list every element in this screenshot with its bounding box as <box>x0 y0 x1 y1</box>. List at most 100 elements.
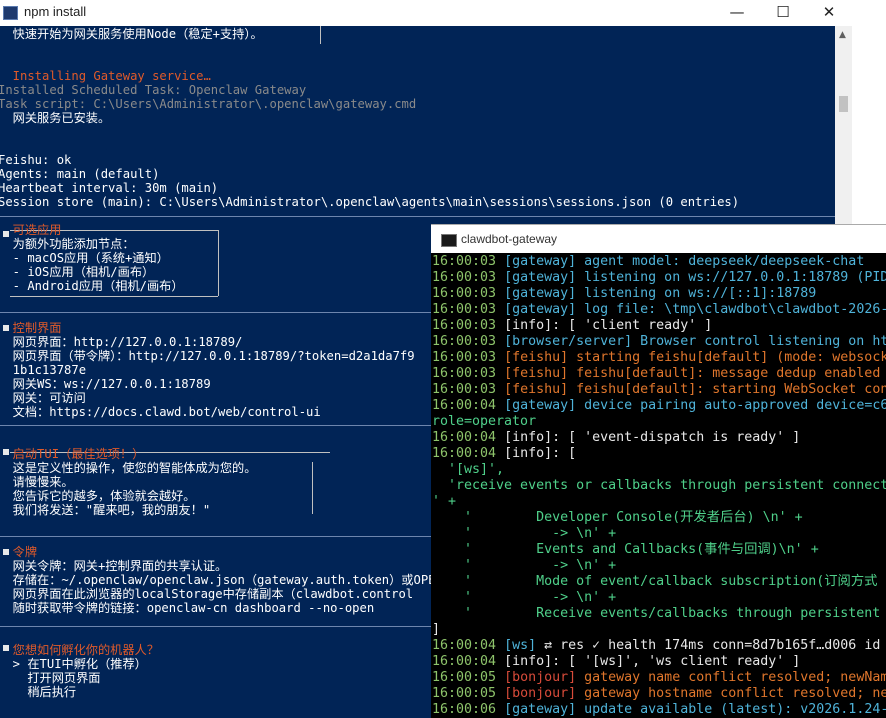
prompt-option-web[interactable]: 打开网页界面 <box>0 671 100 685</box>
terminal-line: - macOS应用（系统+通知） <box>0 251 169 265</box>
terminal-line: 我们将发送："醒来吧，我的朋友！" <box>0 503 211 517</box>
terminal-line: 这是定义性的操作，使您的智能体成为您的。 <box>0 461 257 475</box>
cmd-icon <box>441 234 457 247</box>
log-timestamp: 16:00:03 <box>432 254 505 269</box>
section-title: 令牌 <box>0 545 38 559</box>
log-message: [ '[ws]', 'ws client ready' ] <box>560 654 801 669</box>
log-message: listening on ws://127.0.0.1:18789 (PID <box>576 270 886 285</box>
log-tag: [gateway] <box>504 254 577 269</box>
log-tag: [feishu] <box>504 382 569 397</box>
terminal-line: - Android应用（相机/画布） <box>0 279 184 293</box>
log-line: '[ws]', <box>432 462 504 478</box>
log-message: ' + <box>432 494 457 509</box>
log-message: starting feishu[default] (mode: websock <box>568 350 886 365</box>
log-line: 16:00:04 [gateway] device pairing auto-a… <box>432 398 886 414</box>
log-line: ] <box>432 622 440 638</box>
log-message: [ 'event-dispatch is ready' ] <box>560 430 801 445</box>
prompt-option-tui[interactable]: > 在TUI中孵化（推荐） <box>0 657 147 671</box>
terminal-line: 网页界面：http://127.0.0.1:18789/ <box>0 335 243 349</box>
log-line: ' Developer Console(开发者后台) \n' + <box>432 510 803 526</box>
section-title: 控制界面 <box>0 321 62 335</box>
log-line: 16:00:03 [gateway] listening on ws://127… <box>432 270 886 286</box>
log-tag: [info]: <box>504 654 561 669</box>
log-timestamp: 16:00:03 <box>432 270 505 285</box>
log-line: 16:00:03 [feishu] feishu[default]: messa… <box>432 366 880 382</box>
log-tag: [gateway] <box>504 398 577 413</box>
log-line: 16:00:05 [bonjour] gateway hostname conf… <box>432 686 886 702</box>
log-message: feishu[default]: message dedup enabled <box>568 366 881 381</box>
log-timestamp: 16:00:04 <box>432 430 505 445</box>
scroll-up-icon[interactable]: ▲ <box>839 30 846 40</box>
log-message: listening on ws://[::1]:18789 <box>576 286 817 301</box>
log-line: 16:00:04 [info]: [ '[ws]', 'ws client re… <box>432 654 800 670</box>
gateway-window-title: clawdbot-gateway <box>461 232 558 246</box>
log-line: 16:00:03 [gateway] log file: \tmp\clawdb… <box>432 302 886 318</box>
npm-window-title: npm install <box>24 4 87 19</box>
prompt-question: 您想如何孵化你的机器人？ <box>0 643 159 657</box>
terminal-line: Task script: C:\Users\Administrator\.ope… <box>0 97 417 111</box>
log-timestamp: 16:00:03 <box>432 382 505 397</box>
log-tag: [browser/server] <box>504 334 633 349</box>
log-message: '[ws]', <box>432 462 505 477</box>
minimize-button[interactable]: — <box>714 0 760 26</box>
log-line: ' + <box>432 494 456 510</box>
terminal-line: - iOS应用（相机/画布） <box>0 265 155 279</box>
log-message: role=operator <box>432 414 537 429</box>
log-line: 16:00:03 [gateway] listening on ws://[::… <box>432 286 816 302</box>
log-line: ' Receive events/callbacks through persi… <box>432 606 886 622</box>
box-border <box>10 296 218 297</box>
log-message: device pairing auto-approved device=c6 <box>576 398 886 413</box>
terminal-line: 网关令牌：网关+控制界面的共享认证。 <box>0 559 228 573</box>
gateway-window[interactable]: clawdbot-gateway 16:00:03 [gateway] agen… <box>431 224 886 718</box>
terminal-line: 请慢慢来。 <box>0 475 74 489</box>
log-timestamp: 16:00:06 <box>432 702 505 717</box>
section-title: 可选应用 <box>0 223 62 237</box>
terminal-line: Session store (main): C:\Users\Administr… <box>0 195 740 209</box>
gateway-window-titlebar[interactable]: clawdbot-gateway <box>431 224 886 253</box>
close-button[interactable]: ✕ <box>806 0 852 26</box>
log-message: ' -> \n' + <box>432 526 617 541</box>
terminal-line: 网页界面在此浏览器的localStorage中存储副本（clawdbot.con… <box>0 587 414 601</box>
log-timestamp: 16:00:04 <box>432 398 505 413</box>
log-line: ' -> \n' + <box>432 558 616 574</box>
log-tag: [gateway] <box>504 302 577 317</box>
powershell-icon <box>3 6 18 20</box>
log-tag: [info]: <box>504 446 561 461</box>
maximize-button[interactable]: ☐ <box>760 0 806 26</box>
log-line: 16:00:04 [info]: [ 'event-dispatch is re… <box>432 430 800 446</box>
log-tag: [info]: <box>504 318 561 333</box>
terminal-line: 存储在：~/.openclaw/openclaw.json（gateway.au… <box>0 573 436 587</box>
prompt-option-later[interactable]: 稍后执行 <box>0 685 76 699</box>
log-line: 16:00:03 [gateway] agent model: deepseek… <box>432 254 864 270</box>
log-message: agent model: deepseek/deepseek-chat <box>576 254 865 269</box>
log-tag: [bonjour] <box>504 670 577 685</box>
log-timestamp: 16:00:03 <box>432 334 505 349</box>
npm-window-titlebar[interactable]: npm install — ☐ ✕ <box>0 0 852 26</box>
terminal-line: Installed Scheduled Task: Openclaw Gatew… <box>0 83 307 97</box>
terminal-line: 网关：可访问 <box>0 391 86 405</box>
log-line: ' -> \n' + <box>432 526 616 542</box>
log-line: role=operator <box>432 414 536 430</box>
log-message: [ 'client ready' ] <box>560 318 713 333</box>
log-message: ' Receive events/callbacks through persi… <box>432 606 886 621</box>
log-timestamp: 16:00:03 <box>432 350 505 365</box>
log-message: gateway hostname conflict resolved; ne <box>576 686 886 701</box>
log-line: ' Mode of event/callback subscription(订阅… <box>432 574 877 590</box>
terminal-line: Agents: main (default) <box>0 167 160 181</box>
terminal-line: 文档：https://docs.clawd.bot/web/control-ui <box>0 405 321 419</box>
terminal-line: Installing Gateway service… <box>0 69 211 83</box>
log-tag: [feishu] <box>504 350 569 365</box>
scrollbar-thumb[interactable] <box>839 96 848 112</box>
log-message: log file: \tmp\clawdbot\clawdbot-2026- <box>576 302 886 317</box>
log-message: ' -> \n' + <box>432 558 617 573</box>
log-timestamp: 16:00:03 <box>432 366 505 381</box>
log-message: ] <box>432 622 441 637</box>
log-tag: [gateway] <box>504 702 577 717</box>
log-timestamp: 16:00:04 <box>432 638 505 653</box>
terminal-line: 网关WS：ws://127.0.0.1:18789 <box>0 377 211 391</box>
log-message: gateway name conflict resolved; newNam <box>576 670 886 685</box>
log-message: 'receive events or callbacks through per… <box>432 478 886 493</box>
log-message: update available (latest): v2026.1.24- <box>576 702 886 717</box>
log-message: ' Developer Console(开发者后台) \n' + <box>432 510 803 525</box>
log-line: ' -> \n' + <box>432 590 616 606</box>
